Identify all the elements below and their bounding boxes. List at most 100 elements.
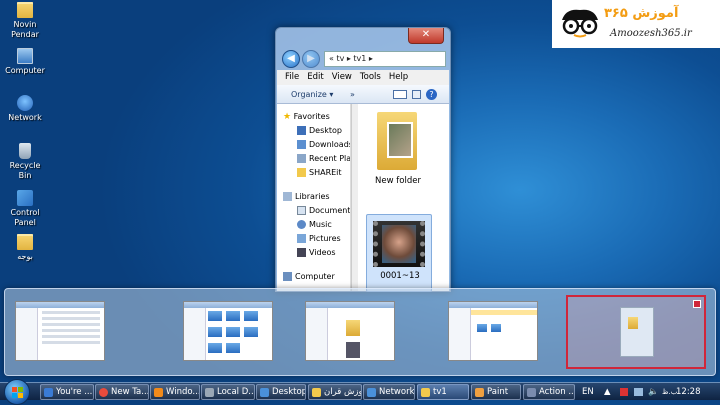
switcher-thumb-network[interactable] [448,301,538,361]
start-button[interactable] [4,379,30,405]
file-item-video[interactable]: 0001~13 [366,214,432,292]
desktop-icon-folder[interactable]: بوجه [2,234,48,262]
nav-pane-scrollbar[interactable] [351,104,358,291]
file-name: New folder [375,176,421,186]
volume-icon[interactable]: 🔈 [648,383,659,401]
menu-view[interactable]: View [332,70,352,85]
nav-recent-places[interactable]: Recent Places [277,152,350,166]
glasses-face-icon [562,9,598,38]
menu-tools[interactable]: Tools [360,70,381,85]
forward-button[interactable]: ▶ [302,50,320,68]
desktop-icon-control-panel[interactable]: Control Panel [2,190,48,228]
taskbar-button-local-disk[interactable]: Local D... [201,384,255,400]
navigation-pane: ★ Favorites Desktop Downloads Recent Pla… [277,104,351,291]
flag-icon[interactable] [620,388,628,396]
switcher-thumb-tv1[interactable] [305,301,395,361]
switcher-thumb-desktop[interactable] [566,295,706,369]
nav-desktop[interactable]: Desktop [277,124,350,138]
nav-favorites[interactable]: ★ Favorites [277,110,350,124]
desktop-icon-label: Network [8,113,42,122]
back-button[interactable]: ◀ [282,50,300,68]
file-list: New folder 0001~13 [359,104,449,292]
menu-file[interactable]: File [285,70,299,85]
taskbar-button-network[interactable]: Network [363,384,415,400]
address-bar[interactable]: « tv ▸ tv1 ▸ [324,51,446,67]
videos-icon [297,248,306,257]
media-player-icon [154,388,163,397]
folder-icon [297,168,306,177]
taskbar-button-youre[interactable]: You're ... [40,384,94,400]
taskbar-button-desktop[interactable]: Desktop [256,384,306,400]
amoozesh365-logo: آموزش ۳۶۵ Amoozesh365.ir [552,0,720,48]
switcher-thumb-windows[interactable] [183,301,273,361]
organize-button[interactable]: Organize ▾ [291,90,333,99]
taskbar-button-tv1[interactable]: tv1 [417,384,469,400]
documents-icon [297,206,306,215]
switcher-thumb-browser[interactable] [15,301,105,361]
nav-documents[interactable]: Documents [277,204,350,218]
folder-icon [312,388,321,397]
ie-icon [44,388,53,397]
desktop-icon-novin-pendar[interactable]: Novin Pendar [2,2,48,40]
menu-help[interactable]: Help [389,70,408,85]
taskbar-button-windows[interactable]: Windo... [150,384,200,400]
nav-computer[interactable]: Computer [277,270,350,284]
chrome-icon [99,388,108,397]
nav-shareit[interactable]: SHAREit [277,166,350,180]
menu-edit[interactable]: Edit [307,70,323,85]
clock-period: ب.ظ [662,388,678,396]
view-options-icon[interactable] [393,90,407,99]
desktop-icon-label: بوجه [17,252,33,261]
taskbar-button-action[interactable]: Action ... [523,384,575,400]
drive-icon [205,388,214,397]
explorer-content: ★ Favorites Desktop Downloads Recent Pla… [277,104,449,292]
desktop-icon-label: Computer [5,66,45,75]
downloads-icon [297,140,306,149]
help-button[interactable]: ? [426,89,437,100]
recycle-bin-icon [19,143,31,159]
close-button[interactable]: ✕ [408,28,444,44]
video-thumbnail-icon [373,221,425,267]
nav-music[interactable]: Music [277,218,350,232]
music-icon [297,220,306,229]
system-tray: EN ▲ 🔈 12:28 ب.ظ [580,383,720,401]
nav-videos[interactable]: Videos [277,246,350,260]
show-hidden-icons[interactable]: ▲ [604,383,611,401]
network-icon [367,388,376,397]
desktop-icon-network[interactable]: Network [2,95,48,123]
nav-pictures[interactable]: Pictures [277,232,350,246]
action-center-icon [527,388,536,397]
desktop-icon-label: Control Panel [10,208,40,227]
preview-pane-icon[interactable] [412,90,421,99]
menu-bar: File Edit View Tools Help [277,70,449,85]
folder-icon [377,112,417,170]
folder-icon [17,2,33,18]
desktop-icon-label: Novin Pendar [11,20,39,39]
computer-icon [283,272,292,281]
language-indicator[interactable]: EN [582,383,594,401]
desktop-icon-computer[interactable]: Computer [2,48,48,76]
pictures-icon [297,234,306,243]
desktop-icon [297,126,306,135]
computer-icon [17,48,33,64]
clock-time[interactable]: 12:28 [676,383,701,401]
folder-icon [17,234,33,250]
desktop-icon-recycle-bin[interactable]: Recycle Bin [2,143,48,181]
nav-downloads[interactable]: Downloads [277,138,350,152]
paint-icon [475,388,484,397]
file-name: 0001~13 [380,271,420,281]
recent-places-icon [297,154,306,163]
navigation-bar: ◀ ▶ « tv ▸ tv1 ▸ [280,50,446,70]
nav-libraries[interactable]: Libraries [277,190,350,204]
network-tray-icon[interactable] [634,388,643,396]
explorer-window[interactable]: ✕ ◀ ▶ « tv ▸ tv1 ▸ File Edit View Tools … [275,27,451,292]
brand-name-fa: آموزش ۳۶۵ [604,6,679,21]
libraries-icon [283,192,292,201]
taskbar-button-new-tab[interactable]: New Ta... [95,384,149,400]
more-commands-button[interactable]: » [350,90,355,99]
taskbar-button-paint[interactable]: Paint [471,384,521,400]
close-icon[interactable] [693,300,701,308]
taskbar-button-quran[interactable]: آموزش قران [308,384,362,400]
star-icon: ★ [283,112,292,122]
taskbar: You're ... New Ta... Windo... Local D...… [0,379,720,405]
